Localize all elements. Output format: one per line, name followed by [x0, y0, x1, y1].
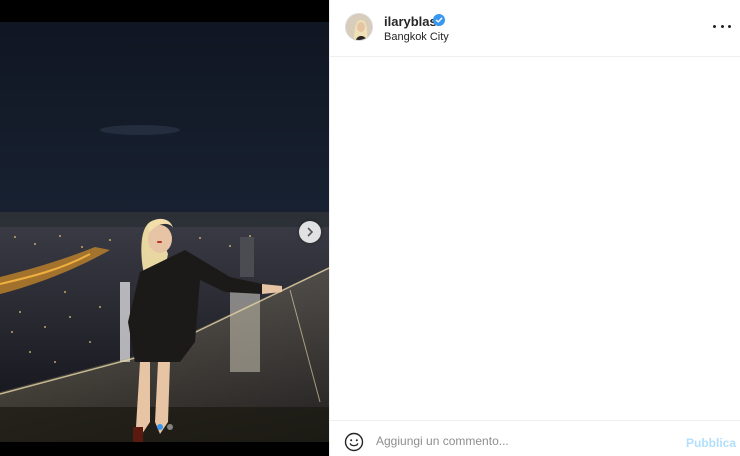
post-media [0, 0, 329, 456]
comment-input[interactable] [376, 430, 666, 452]
location-link[interactable]: Bangkok City [384, 31, 449, 43]
avatar[interactable] [345, 13, 373, 41]
publish-button[interactable]: Pubblica [686, 436, 736, 450]
carousel-next-button[interactable] [299, 221, 321, 243]
instagram-post-modal: ilaryblasi Bangkok City Pubblica [0, 0, 740, 456]
carousel-indicator [0, 424, 329, 430]
post-header: ilaryblasi Bangkok City [330, 0, 740, 57]
more-horizontal-icon [713, 24, 716, 28]
chevron-right-icon [307, 227, 314, 237]
username-link[interactable]: ilaryblasi [384, 14, 440, 29]
comments-area [330, 58, 740, 419]
avatar-image [346, 14, 372, 40]
comment-composer: Pubblica [330, 420, 740, 456]
carousel-dot [166, 424, 173, 430]
verified-badge-icon [433, 14, 445, 26]
post-side-panel: ilaryblasi Bangkok City Pubblica [329, 0, 740, 456]
smiley-face-icon[interactable] [344, 432, 364, 452]
carousel-dot-active [156, 424, 163, 430]
more-options-button[interactable] [713, 19, 731, 33]
post-photo [0, 22, 329, 442]
